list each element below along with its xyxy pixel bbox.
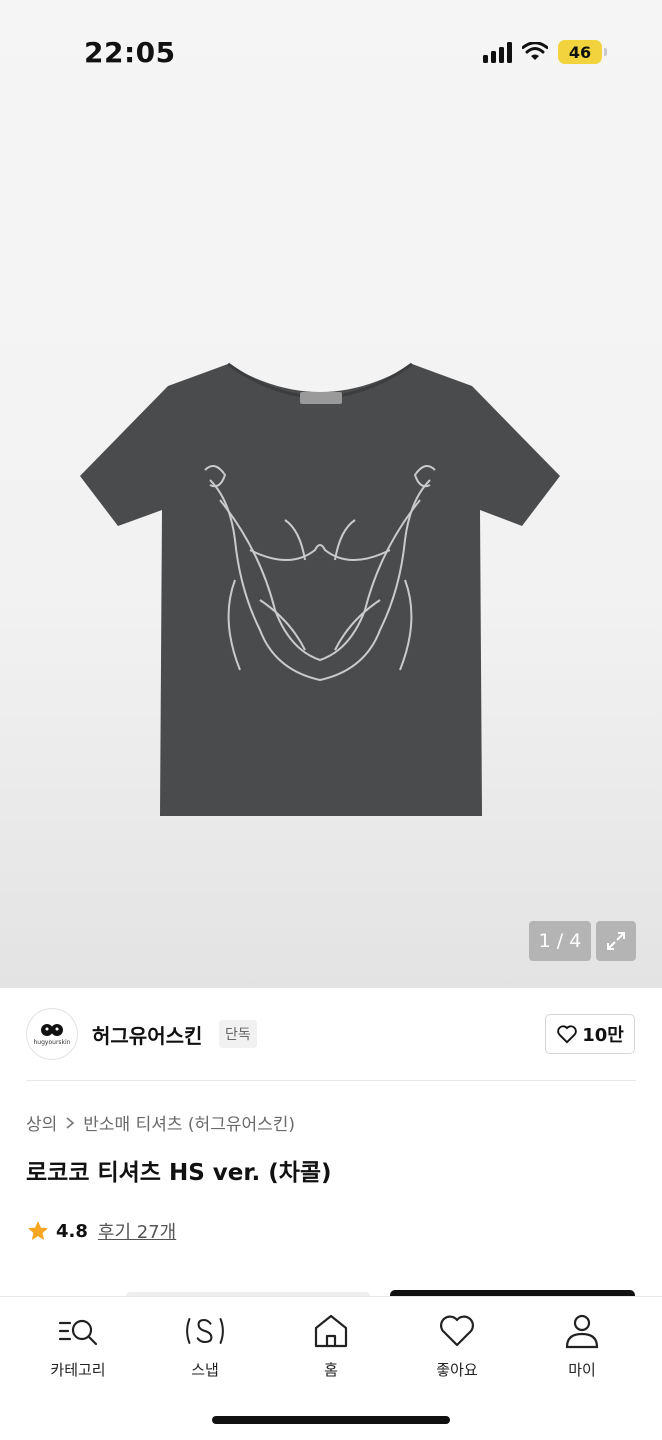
brand-like-count: 10만 bbox=[582, 1025, 624, 1046]
nav-label-my: 마이 bbox=[568, 1361, 596, 1379]
brand-logo[interactable]: hugyourskin bbox=[26, 1008, 78, 1060]
product-title: 로코코 티셔츠 HS ver. (차콜) bbox=[26, 1160, 332, 1186]
nav-item-my[interactable]: 마이 bbox=[532, 1311, 632, 1380]
star-icon bbox=[28, 1221, 48, 1240]
nav-item-category[interactable]: 카테고리 bbox=[28, 1311, 128, 1380]
brand-row: hugyourskin 허그유어스킨 단독 10만 bbox=[0, 1006, 662, 1080]
nav-item-likes[interactable]: 좋아요 bbox=[407, 1311, 507, 1380]
status-time: 22:05 bbox=[84, 36, 176, 69]
status-icons: 46 bbox=[483, 40, 607, 64]
nav-label-snap: 스냅 bbox=[191, 1361, 219, 1379]
status-bar: 22:05 46 bbox=[0, 0, 662, 100]
heart-outline-icon bbox=[557, 1025, 577, 1044]
brand-logo-text: hugyourskin bbox=[33, 1039, 71, 1046]
cellular-signal-icon bbox=[483, 41, 512, 63]
home-icon bbox=[314, 1314, 348, 1348]
profile-icon bbox=[565, 1314, 599, 1349]
brand-logo-icon bbox=[41, 1024, 63, 1036]
home-indicator bbox=[212, 1416, 450, 1424]
nav-item-home[interactable]: 홈 bbox=[281, 1311, 381, 1380]
expand-icon bbox=[607, 932, 625, 950]
divider bbox=[26, 1080, 636, 1081]
category-search-icon bbox=[58, 1319, 98, 1346]
nav-label-likes: 좋아요 bbox=[436, 1361, 478, 1379]
rating-row: 4.8 후기 27개 bbox=[26, 1218, 176, 1244]
heart-icon bbox=[440, 1315, 474, 1347]
breadcrumb-category[interactable]: 상의 bbox=[26, 1110, 57, 1135]
battery-icon: 46 bbox=[558, 40, 607, 64]
image-counter: 1 / 4 bbox=[529, 921, 591, 961]
reviews-link[interactable]: 후기 27개 bbox=[98, 1218, 176, 1244]
snap-icon bbox=[186, 1318, 224, 1344]
nav-item-snap[interactable]: 스냅 bbox=[155, 1311, 255, 1380]
nav-label-home: 홈 bbox=[324, 1361, 338, 1379]
wifi-icon bbox=[522, 42, 548, 60]
chevron-right-icon bbox=[66, 1116, 75, 1129]
tshirt-product-image bbox=[80, 362, 560, 816]
breadcrumb: 상의 반소매 티셔츠 (허그유어스킨) bbox=[26, 1110, 295, 1135]
expand-button[interactable] bbox=[596, 921, 636, 961]
brand-like-button[interactable]: 10만 bbox=[545, 1014, 635, 1054]
nav-label-category: 카테고리 bbox=[50, 1361, 106, 1379]
rating-value: 4.8 bbox=[56, 1220, 88, 1242]
breadcrumb-subcategory[interactable]: 반소매 티셔츠 (허그유어스킨) bbox=[83, 1110, 295, 1135]
exclusive-badge: 단독 bbox=[219, 1020, 257, 1048]
brand-name[interactable]: 허그유어스킨 bbox=[92, 1020, 202, 1049]
product-image-gallery[interactable]: 1 / 4 bbox=[0, 0, 662, 988]
